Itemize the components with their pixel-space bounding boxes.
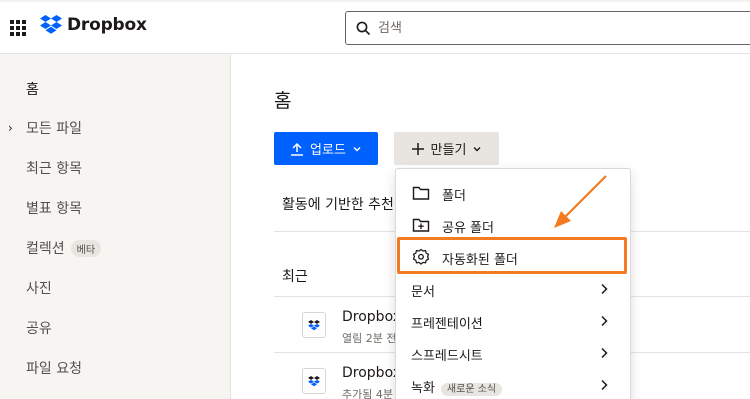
file-meta: 열림 2분 전: [342, 332, 397, 345]
sidebar: 홈 › 모든 파일 최근 항목 별표 항목 컬렉션 베타 사진 공유 파일 요청: [0, 54, 231, 399]
plus-icon: [411, 142, 424, 155]
dropbox-file-icon: [302, 312, 326, 338]
sidebar-item-photos[interactable]: 사진: [26, 278, 52, 298]
create-button[interactable]: 만들기: [394, 132, 499, 165]
sidebar-item-label: 공유: [26, 321, 52, 337]
chevron-right-icon: [601, 347, 608, 359]
chevron-down-icon: [353, 146, 361, 151]
menu-item-label: 폴더: [442, 189, 466, 204]
menu-item-label-group: 녹화 새로운 소식: [411, 377, 503, 396]
menu-item-label: 스프레드시트: [411, 349, 483, 364]
top-bar: Dropbox: [0, 0, 750, 54]
search-bar[interactable]: [345, 11, 750, 45]
sidebar-item-label: 홈: [26, 82, 39, 98]
menu-item-label: 프레젠테이션: [411, 317, 483, 332]
sidebar-item-label: 컬렉션: [26, 241, 65, 257]
sidebar-item-label: 사진: [26, 281, 52, 297]
annotation-arrow-icon: [554, 175, 607, 228]
chevron-right-icon: [601, 379, 608, 391]
gear-icon: [412, 248, 430, 265]
shared-folder-icon: [412, 218, 430, 232]
create-label: 만들기: [430, 143, 467, 158]
menu-item-spreadsheet[interactable]: 스프레드시트: [396, 337, 632, 369]
file-name: Dropbox: [342, 309, 401, 325]
menu-item-label: 녹화: [411, 381, 435, 396]
sidebar-item-recent[interactable]: 최근 항목: [26, 158, 82, 178]
beta-badge: 베타: [70, 239, 102, 257]
menu-item-automated-folder[interactable]: 자동화된 폴더: [396, 241, 632, 273]
chevron-down-icon: [473, 146, 481, 151]
sidebar-item-label: 최근 항목: [26, 161, 82, 177]
new-badge: 새로운 소식: [440, 383, 503, 396]
sidebar-item-label: 모든 파일: [26, 121, 82, 137]
menu-item-label: 자동화된 폴더: [442, 253, 518, 268]
activity-heading: 활동에 기반한 추천: [282, 197, 394, 213]
search-icon: [356, 21, 371, 36]
page-title: 홈: [274, 90, 292, 112]
upload-icon: [291, 142, 304, 156]
upload-label: 업로드: [310, 143, 346, 158]
sidebar-item-label: 별표 항목: [26, 201, 82, 217]
dropbox-logo[interactable]: Dropbox: [40, 15, 147, 35]
file-name: Dropbox: [342, 365, 401, 381]
sidebar-item-label: 파일 요청: [26, 361, 82, 377]
menu-item-label: 문서: [411, 285, 435, 300]
app-grid-icon[interactable]: [10, 20, 26, 36]
sidebar-item-file-requests[interactable]: 파일 요청: [26, 358, 82, 378]
brand-name: Dropbox: [67, 15, 147, 35]
file-meta: 추가됨 4분: [342, 388, 393, 399]
sidebar-item-shared[interactable]: 공유: [26, 318, 52, 338]
recent-heading: 최근: [282, 269, 308, 285]
folder-icon: [412, 186, 430, 200]
menu-item-document[interactable]: 문서: [396, 273, 632, 305]
chevron-right-icon[interactable]: ›: [8, 121, 13, 135]
sidebar-item-collections[interactable]: 컬렉션 베타: [26, 238, 102, 258]
menu-item-label: 공유 폴더: [442, 221, 494, 236]
dropbox-logo-icon: [40, 15, 62, 34]
menu-item-recording[interactable]: 녹화 새로운 소식: [396, 369, 632, 399]
dropbox-file-icon: [302, 368, 326, 394]
sidebar-item-home[interactable]: 홈: [26, 79, 39, 99]
search-input[interactable]: [378, 19, 728, 37]
menu-item-presentation[interactable]: 프레젠테이션: [396, 305, 632, 337]
sidebar-item-starred[interactable]: 별표 항목: [26, 198, 82, 218]
upload-button[interactable]: 업로드: [274, 132, 378, 165]
sidebar-item-all-files[interactable]: 모든 파일: [26, 118, 82, 138]
chevron-right-icon: [601, 283, 608, 295]
chevron-right-icon: [601, 315, 608, 327]
